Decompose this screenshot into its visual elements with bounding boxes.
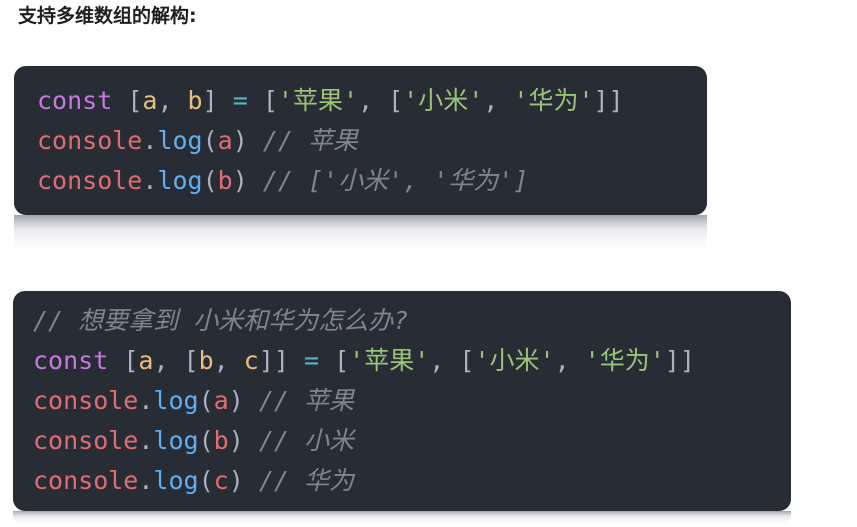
reflection-fade (13, 511, 791, 527)
function-token: log (153, 466, 199, 495)
function-token: log (157, 126, 203, 155)
punctuation-token: ]] (258, 346, 289, 375)
punctuation-token: . (142, 166, 158, 195)
argument-token: a (213, 386, 229, 415)
punctuation-token: , (213, 346, 244, 375)
comment-token: // 小米 (243, 426, 354, 455)
code-line: const [a, [b, c]] = ['苹果', ['小米', '华为']] (33, 341, 791, 381)
punctuation-token: ] (202, 86, 218, 115)
punctuation-token: [ (459, 346, 475, 375)
punctuation-token: , (358, 86, 389, 115)
punctuation-token: ) (232, 166, 248, 195)
punctuation-token: ( (202, 126, 218, 155)
variable-token: b (198, 346, 214, 375)
punctuation-token: [ (183, 346, 199, 375)
comment-token: // ['小米', '华为'] (247, 166, 529, 195)
punctuation-token: ( (198, 426, 214, 455)
punctuation-token: . (138, 426, 154, 455)
comment-token: // 苹果 (243, 386, 354, 415)
punctuation-token: [ (262, 86, 278, 115)
code-block-2-reflection (13, 511, 791, 527)
punctuation-token: [ (112, 86, 143, 115)
punctuation-token: ]] (664, 346, 695, 375)
comment-token: // 华为 (243, 466, 354, 495)
argument-token: b (217, 166, 233, 195)
punctuation-token: , (153, 346, 184, 375)
function-token: log (153, 426, 199, 455)
object-token: console (33, 426, 139, 455)
operator-token: = (288, 346, 335, 375)
code-block-1-reflection (14, 215, 707, 257)
keyword-token: const (37, 86, 113, 115)
string-token: '小米' (474, 346, 555, 375)
string-token: '华为' (584, 346, 665, 375)
punctuation-token: ( (198, 466, 214, 495)
code-line: // 想要拿到 小米和华为怎么办? (33, 301, 791, 341)
punctuation-token: , (157, 86, 188, 115)
code-line: console.log(a) // 苹果 (33, 381, 791, 421)
code-line: const [a, b] = ['苹果', ['小米', '华为']] (37, 81, 707, 121)
code-line: console.log(b) // ['小米', '华为'] (37, 161, 707, 201)
string-token: '苹果' (349, 346, 430, 375)
function-token: log (153, 386, 199, 415)
object-token: console (37, 166, 143, 195)
object-token: console (33, 386, 139, 415)
section-heading: 支持多维数组的解构: (18, 5, 197, 27)
argument-token: b (213, 426, 229, 455)
variable-token: b (187, 86, 203, 115)
argument-token: c (213, 466, 229, 495)
code-line: console.log(b) // 小米 (33, 421, 791, 461)
punctuation-token: ( (198, 386, 214, 415)
object-token: console (37, 126, 143, 155)
punctuation-token: ) (228, 426, 244, 455)
punctuation-token: ]] (593, 86, 624, 115)
punctuation-token: , (429, 346, 460, 375)
string-token: '华为' (513, 86, 594, 115)
argument-token: a (217, 126, 233, 155)
object-token: console (33, 466, 139, 495)
operator-token: = (217, 86, 263, 115)
punctuation-token: [ (334, 346, 350, 375)
punctuation-token: ( (202, 166, 218, 195)
comment-token: // 想要拿到 小米和华为怎么办? (33, 306, 409, 335)
code-line: console.log(c) // 华为 (33, 461, 791, 501)
code-line: console.log(a) // 苹果 (37, 121, 707, 161)
punctuation-token: ) (232, 126, 248, 155)
punctuation-token: [ (108, 346, 139, 375)
variable-token: a (138, 346, 154, 375)
comment-token: // 苹果 (247, 126, 358, 155)
string-token: '苹果' (277, 86, 358, 115)
code-block-1: const [a, b] = ['苹果', ['小米', '华为']] conso… (14, 66, 707, 215)
string-token: '小米' (403, 86, 484, 115)
keyword-token: const (33, 346, 109, 375)
reflection-fade (14, 215, 707, 257)
punctuation-token: [ (388, 86, 404, 115)
code-block-2: // 想要拿到 小米和华为怎么办? const [a, [b, c]] = ['苹… (13, 291, 791, 511)
variable-token: c (243, 346, 259, 375)
punctuation-token: , (554, 346, 585, 375)
variable-token: a (142, 86, 158, 115)
punctuation-token: . (138, 466, 154, 495)
function-token: log (157, 166, 203, 195)
punctuation-token: ) (228, 386, 244, 415)
punctuation-token: . (142, 126, 158, 155)
punctuation-token: . (138, 386, 154, 415)
punctuation-token: ) (228, 466, 244, 495)
punctuation-token: , (483, 86, 514, 115)
